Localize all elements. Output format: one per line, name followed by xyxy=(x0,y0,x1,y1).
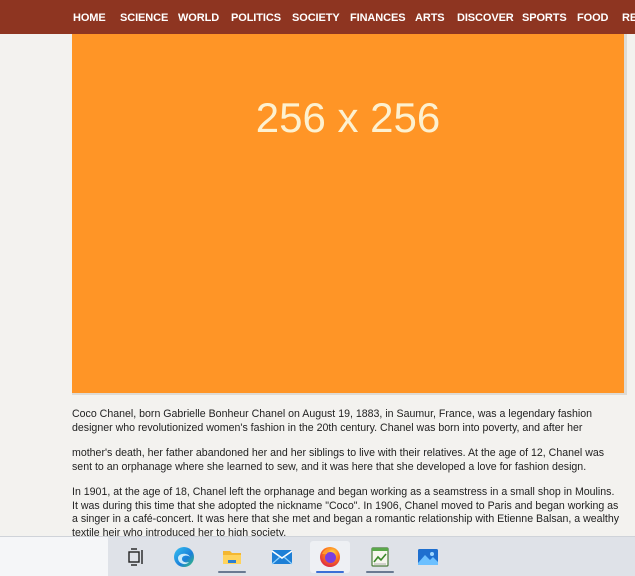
hero-image-placeholder: 256 x 256 xyxy=(72,34,624,393)
nav-item-arts[interactable]: ARTS xyxy=(415,0,445,34)
nav-item-finances[interactable]: FINANCES xyxy=(350,0,406,34)
nav-item-science[interactable]: SCIENCE xyxy=(120,0,168,34)
running-indicator xyxy=(366,571,394,573)
placeholder-dimensions-label: 256 x 256 xyxy=(255,94,441,141)
article-paragraph-1: Coco Chanel, born Gabrielle Bonheur Chan… xyxy=(72,408,593,434)
taskbar-search-area[interactable] xyxy=(0,537,108,576)
edge-browser-button[interactable] xyxy=(164,541,204,573)
photos-button[interactable] xyxy=(408,541,448,573)
mail-button[interactable] xyxy=(262,541,302,573)
nav-item-sports[interactable]: SPORTS xyxy=(522,0,567,34)
file-explorer-button[interactable] xyxy=(212,541,252,573)
hero-shadow-bottom xyxy=(72,393,627,395)
nav-item-world[interactable]: WORLD xyxy=(178,0,219,34)
firefox-button[interactable] xyxy=(310,541,350,573)
nav-item-re[interactable]: RE xyxy=(622,0,635,34)
task-view-button[interactable] xyxy=(116,541,156,573)
hero-shadow-right xyxy=(624,34,627,395)
nav-item-food[interactable]: FOOD xyxy=(577,0,608,34)
article-paragraph-3: In 1901, at the age of 18, Chanel left t… xyxy=(72,486,620,536)
nav-item-society[interactable]: SOCIETY xyxy=(292,0,340,34)
running-indicator xyxy=(218,571,246,573)
article-page: 256 x 256 Coco Chanel, born Gabrielle Bo… xyxy=(0,34,635,536)
nav-item-politics[interactable]: POLITICS xyxy=(231,0,281,34)
article-paragraph-2: mother's death, her father abandoned her… xyxy=(72,447,605,473)
running-indicator xyxy=(316,571,344,573)
notepad-chart-button[interactable] xyxy=(360,541,400,573)
nav-item-discover[interactable]: DISCOVER xyxy=(457,0,514,34)
nav-item-home[interactable]: HOME xyxy=(73,0,106,34)
top-navigation-bar: HOME SCIENCE WORLD POLITICS SOCIETY FINA… xyxy=(0,0,635,34)
windows-taskbar xyxy=(0,536,635,576)
